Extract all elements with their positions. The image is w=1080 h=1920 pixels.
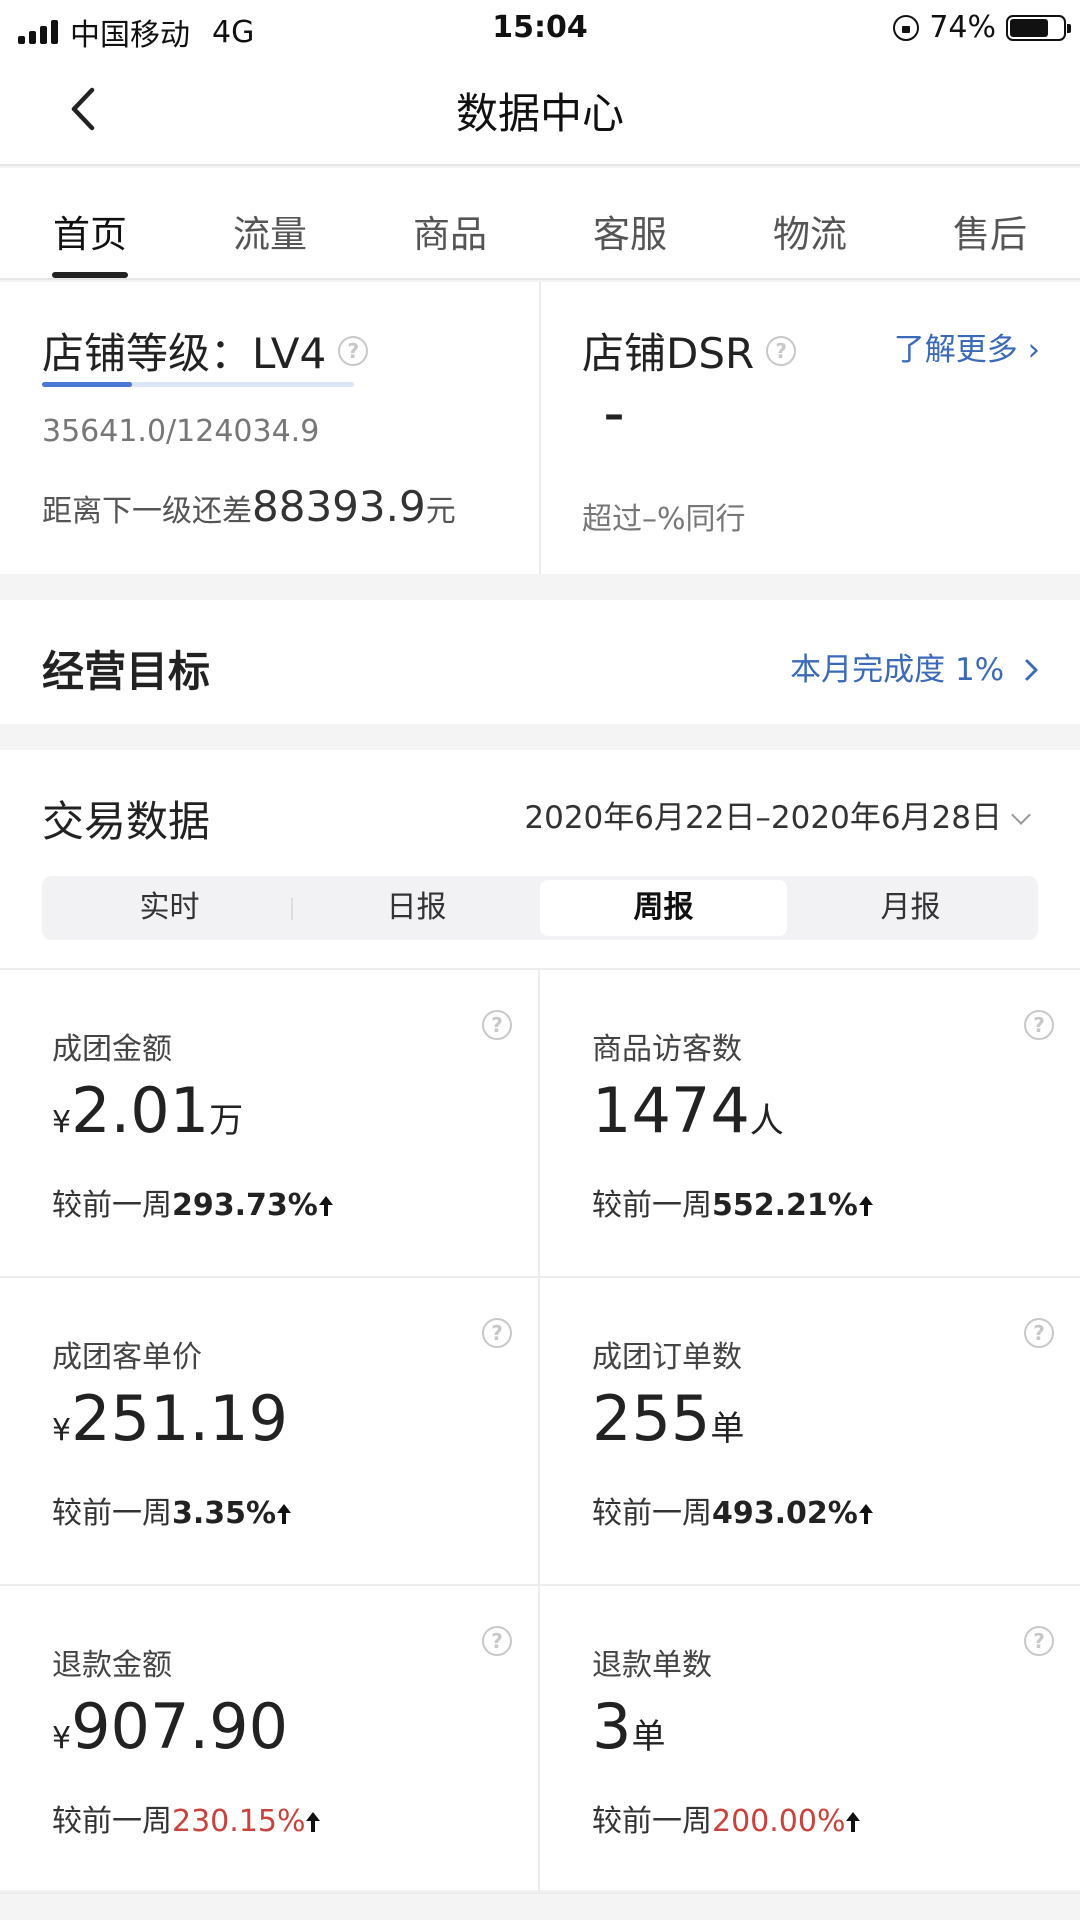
arrow-up-icon bbox=[846, 1812, 861, 1832]
shop-dsr-value: – bbox=[604, 392, 624, 438]
trade-data-title: 交易数据 bbox=[42, 797, 211, 846]
business-goal-card[interactable]: 经营目标 本月完成度 1% bbox=[0, 600, 1080, 724]
segment-1[interactable]: 日报 bbox=[293, 880, 540, 936]
help-icon[interactable]: ? bbox=[1024, 1318, 1054, 1348]
goal-progress-link[interactable]: 本月完成度 1% bbox=[790, 644, 1040, 689]
nav-bar: 数据中心 bbox=[0, 54, 1080, 166]
segment-2[interactable]: 周报 bbox=[540, 880, 787, 936]
metric-label: 商品访客数 bbox=[592, 1032, 742, 1067]
status-right: 74% bbox=[893, 10, 1071, 45]
help-icon[interactable]: ? bbox=[1024, 1626, 1054, 1656]
segment-3[interactable]: 月报 bbox=[787, 880, 1034, 936]
currency-symbol: ¥ bbox=[52, 1721, 72, 1756]
comparison-percent: 552.21% bbox=[712, 1188, 858, 1223]
shop-level-title-row: 店铺等级：LV4 ? bbox=[42, 320, 369, 381]
metric-card[interactable]: 成团金额? ¥2.01万较前一周293.73% bbox=[0, 970, 540, 1278]
currency-symbol: ¥ bbox=[52, 1413, 72, 1448]
comparison-percent: 230.15% bbox=[172, 1804, 306, 1839]
tab-5[interactable]: 售后 bbox=[900, 168, 1080, 278]
arrow-up-icon bbox=[306, 1812, 321, 1832]
metric-number: 255 bbox=[592, 1382, 711, 1455]
tab-4[interactable]: 物流 bbox=[720, 168, 900, 278]
report-period-segmented-control: 实时 日报 周报 月报 bbox=[42, 876, 1038, 940]
battery-percent: 74% bbox=[929, 10, 996, 45]
help-icon[interactable]: ? bbox=[482, 1318, 512, 1348]
metric-value: ¥251.19 bbox=[52, 1382, 288, 1455]
metric-label: 成团订单数 bbox=[592, 1340, 742, 1375]
metric-label: 成团客单价 bbox=[52, 1340, 202, 1375]
tab-bar: 首页 流量 商品 客服 物流 售后 bbox=[0, 168, 1080, 280]
metric-card[interactable]: 退款金额? ¥907.90 较前一周230.15% bbox=[0, 1586, 540, 1894]
trade-data-section: 交易数据 2020年6月22日–2020年6月28日 实时 日报 周报 月报 成团金额… bbox=[0, 750, 1080, 1894]
metric-value: 3单 bbox=[592, 1690, 665, 1763]
arrow-up-icon bbox=[858, 1196, 873, 1216]
shop-level-score: 35641.0/124034.9 bbox=[42, 414, 320, 449]
metric-unit: 单 bbox=[631, 1717, 666, 1757]
gap-value: 88393.9 bbox=[252, 482, 426, 531]
tab-1[interactable]: 流量 bbox=[180, 168, 360, 278]
metric-card[interactable]: 成团客单价? ¥251.19 较前一周3.35% bbox=[0, 1278, 540, 1586]
rotation-lock-icon bbox=[893, 14, 920, 41]
shop-dsr-exceed: 超过–%同行 bbox=[582, 502, 746, 537]
chevron-right-icon bbox=[1025, 659, 1038, 681]
page-title: 数据中心 bbox=[455, 89, 624, 138]
help-icon[interactable]: ? bbox=[766, 335, 797, 366]
shop-dsr-title: 店铺DSR bbox=[582, 329, 755, 378]
metric-number: 1474 bbox=[592, 1074, 750, 1147]
metric-comparison: 较前一周552.21% bbox=[592, 1180, 874, 1224]
metric-number: 907.90 bbox=[71, 1690, 289, 1763]
currency-symbol: ¥ bbox=[52, 1105, 72, 1140]
status-bar: 中国移动 4G 15:04 74% bbox=[0, 0, 1080, 54]
help-icon[interactable]: ? bbox=[1024, 1010, 1054, 1040]
metrics-grid: 成团金额? ¥2.01万较前一周293.73% 商品访客数? 1474人较前一周552… bbox=[0, 968, 1080, 1894]
metric-number: 3 bbox=[592, 1690, 632, 1763]
metric-comparison: 较前一周230.15% bbox=[52, 1796, 321, 1840]
help-icon[interactable]: ? bbox=[338, 335, 369, 366]
metric-value: 1474人 bbox=[592, 1074, 784, 1147]
metric-card[interactable]: 商品访客数? 1474人较前一周552.21% bbox=[540, 970, 1080, 1278]
shop-level-title: 店铺等级：LV4 bbox=[42, 329, 327, 378]
metric-card[interactable]: 退款单数? 3单较前一周200.00% bbox=[540, 1586, 1080, 1894]
metric-label: 退款单数 bbox=[592, 1648, 712, 1683]
comparison-percent: 3.35% bbox=[172, 1496, 277, 1531]
comparison-percent: 493.02% bbox=[712, 1496, 858, 1531]
metric-number: 251.19 bbox=[71, 1382, 289, 1455]
metric-label: 成团金额 bbox=[52, 1032, 172, 1067]
tab-2[interactable]: 商品 bbox=[360, 168, 540, 278]
battery-icon bbox=[1006, 14, 1071, 41]
date-range-selector[interactable]: 2020年6月22日–2020年6月28日 bbox=[524, 792, 1031, 837]
tab-0[interactable]: 首页 bbox=[0, 168, 180, 278]
arrow-up-icon bbox=[318, 1196, 333, 1216]
tab-3[interactable]: 客服 bbox=[540, 168, 720, 278]
learn-more-link[interactable]: 了解更多 › bbox=[894, 324, 1040, 369]
shop-level-gap: 距离下一级还差88393.9元 bbox=[42, 482, 456, 531]
shop-level-progress bbox=[42, 382, 354, 387]
metric-unit: 人 bbox=[749, 1101, 784, 1141]
metric-value: ¥2.01万 bbox=[52, 1074, 243, 1147]
shop-overview: 店铺等级：LV4 ? 35641.0/124034.9 距离下一级还差88393… bbox=[0, 282, 1080, 574]
metric-value: 255单 bbox=[592, 1382, 744, 1455]
metric-comparison: 较前一周293.73% bbox=[52, 1180, 334, 1224]
metric-label: 退款金额 bbox=[52, 1648, 172, 1683]
metric-value: ¥907.90 bbox=[52, 1690, 288, 1763]
metric-unit: 万 bbox=[209, 1101, 244, 1141]
shop-dsr-title-row: 店铺DSR ? bbox=[582, 320, 797, 381]
help-icon[interactable]: ? bbox=[482, 1626, 512, 1656]
chevron-down-icon bbox=[1011, 805, 1031, 825]
arrow-up-icon bbox=[858, 1504, 873, 1524]
divider bbox=[539, 282, 541, 574]
metric-unit: 单 bbox=[710, 1409, 745, 1449]
comparison-percent: 293.73% bbox=[172, 1188, 318, 1223]
metric-comparison: 较前一周493.02% bbox=[592, 1488, 874, 1532]
segment-0[interactable]: 实时 bbox=[46, 880, 293, 936]
metric-number: 2.01 bbox=[71, 1074, 210, 1147]
metric-comparison: 较前一周3.35% bbox=[52, 1488, 292, 1532]
metric-comparison: 较前一周200.00% bbox=[592, 1796, 861, 1840]
metric-card[interactable]: 成团订单数? 255单较前一周493.02% bbox=[540, 1278, 1080, 1586]
help-icon[interactable]: ? bbox=[482, 1010, 512, 1040]
business-goal-title: 经营目标 bbox=[42, 647, 211, 696]
arrow-up-icon bbox=[277, 1504, 292, 1524]
comparison-percent: 200.00% bbox=[712, 1804, 846, 1839]
